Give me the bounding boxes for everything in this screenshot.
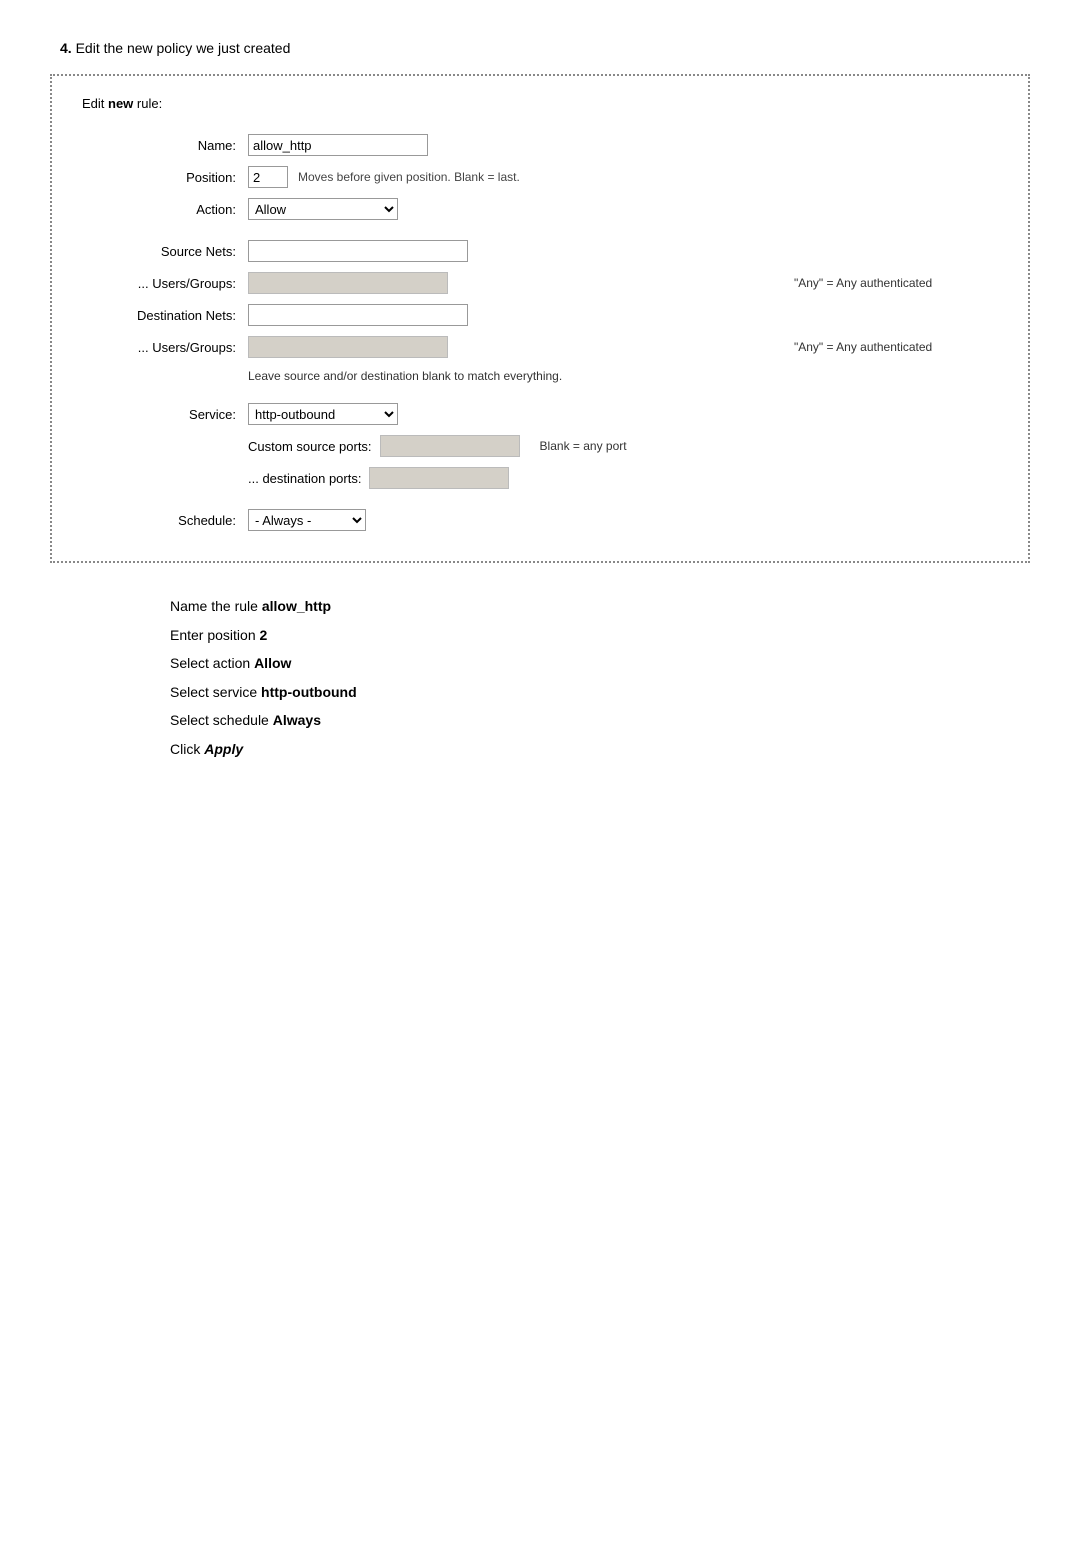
- source-users-row: ... Users/Groups: "Any" = Any authentica…: [82, 267, 998, 299]
- step-text: Edit the new policy we just created: [76, 40, 291, 56]
- custom-source-ports-label: Custom source ports:: [248, 439, 372, 454]
- position-cell: Moves before given position. Blank = las…: [242, 161, 788, 193]
- instruction-5-prefix: Select schedule: [170, 712, 273, 728]
- position-row: Position: Moves before given position. B…: [82, 161, 998, 193]
- instruction-6-italic: Apply: [204, 741, 243, 757]
- instruction-4-prefix: Select service: [170, 684, 261, 700]
- match-note-row: Leave source and/or destination blank to…: [82, 363, 998, 388]
- custom-dest-ports-row: ... destination ports:: [82, 462, 998, 494]
- spacer-1: [82, 225, 998, 235]
- instruction-4-bold: http-outbound: [261, 684, 357, 700]
- instruction-6-prefix: Click: [170, 741, 204, 757]
- dest-users-cell: [242, 331, 788, 363]
- schedule-select[interactable]: - Always - Business Hours Weekend: [248, 509, 366, 531]
- step-header: 4. Edit the new policy we just created: [50, 40, 1030, 56]
- service-select[interactable]: http-outbound http https ftp any: [248, 403, 398, 425]
- dest-users-label: ... Users/Groups:: [82, 331, 242, 363]
- custom-source-ports-row: Custom source ports: Blank = any port: [82, 430, 998, 462]
- form-title-bold: new: [108, 96, 133, 111]
- spacer-2: [82, 388, 998, 398]
- schedule-row: Schedule: - Always - Business Hours Week…: [82, 504, 998, 536]
- instruction-3: Select action Allow: [170, 650, 1030, 677]
- name-row: Name:: [82, 129, 998, 161]
- name-input[interactable]: [248, 134, 428, 156]
- instruction-1-prefix: Name the rule: [170, 598, 262, 614]
- dest-users-input[interactable]: [248, 336, 448, 358]
- instructions-section: Name the rule allow_http Enter position …: [50, 593, 1030, 763]
- action-label: Action:: [82, 193, 242, 225]
- source-nets-cell: [242, 235, 788, 267]
- position-hint: Moves before given position. Blank = las…: [298, 170, 520, 184]
- service-label: Service:: [82, 398, 242, 430]
- source-users-label: ... Users/Groups:: [82, 267, 242, 299]
- dest-nets-label: Destination Nets:: [82, 299, 242, 331]
- schedule-label: Schedule:: [82, 504, 242, 536]
- instruction-2-prefix: Enter position: [170, 627, 260, 643]
- source-users-cell: [242, 267, 788, 299]
- instruction-3-prefix: Select action: [170, 655, 254, 671]
- form-fields-table: Name: Position: Moves before given posit…: [82, 129, 998, 536]
- form-title-edit: Edit: [82, 96, 108, 111]
- blank-port-note: Blank = any port: [528, 439, 627, 453]
- dest-nets-input[interactable]: [248, 304, 468, 326]
- instruction-4: Select service http-outbound: [170, 679, 1030, 706]
- source-users-input[interactable]: [248, 272, 448, 294]
- spacer-3: [82, 494, 998, 504]
- form-title-rest: rule:: [133, 96, 162, 111]
- step-number: 4.: [60, 40, 72, 56]
- position-input[interactable]: [248, 166, 288, 188]
- dest-nets-cell: [242, 299, 788, 331]
- action-select[interactable]: Allow Deny Reject: [248, 198, 398, 220]
- dest-nets-row: Destination Nets:: [82, 299, 998, 331]
- custom-ports-cell: Custom source ports: Blank = any port: [242, 430, 788, 462]
- source-nets-label: Source Nets:: [82, 235, 242, 267]
- dest-users-row: ... Users/Groups: "Any" = Any authentica…: [82, 331, 998, 363]
- position-label: Position:: [82, 161, 242, 193]
- custom-source-ports-input[interactable]: [380, 435, 520, 457]
- instruction-1-bold: allow_http: [262, 598, 331, 614]
- custom-dest-ports-label: ... destination ports:: [248, 471, 361, 486]
- custom-dest-cell: ... destination ports:: [242, 462, 788, 494]
- instruction-1: Name the rule allow_http: [170, 593, 1030, 620]
- instruction-6: Click Apply: [170, 736, 1030, 763]
- dest-any-note: "Any" = Any authenticated: [788, 331, 998, 363]
- custom-dest-ports-input[interactable]: [369, 467, 509, 489]
- service-row: Service: http-outbound http https ftp an…: [82, 398, 998, 430]
- edit-rule-form: Edit new rule: Name: Position: Moves bef…: [50, 74, 1030, 563]
- instruction-2-bold: 2: [260, 627, 268, 643]
- source-any-note: "Any" = Any authenticated: [788, 267, 998, 299]
- name-cell: [242, 129, 788, 161]
- instruction-5-bold: Always: [273, 712, 321, 728]
- form-box-title: Edit new rule:: [82, 96, 998, 111]
- action-cell: Allow Deny Reject: [242, 193, 788, 225]
- service-cell: http-outbound http https ftp any: [242, 398, 788, 430]
- match-note: Leave source and/or destination blank to…: [248, 367, 562, 383]
- action-row: Action: Allow Deny Reject: [82, 193, 998, 225]
- source-nets-row: Source Nets:: [82, 235, 998, 267]
- instruction-2: Enter position 2: [170, 622, 1030, 649]
- instruction-3-bold: Allow: [254, 655, 291, 671]
- source-nets-input[interactable]: [248, 240, 468, 262]
- schedule-cell: - Always - Business Hours Weekend: [242, 504, 788, 536]
- name-label: Name:: [82, 129, 242, 161]
- instruction-5: Select schedule Always: [170, 707, 1030, 734]
